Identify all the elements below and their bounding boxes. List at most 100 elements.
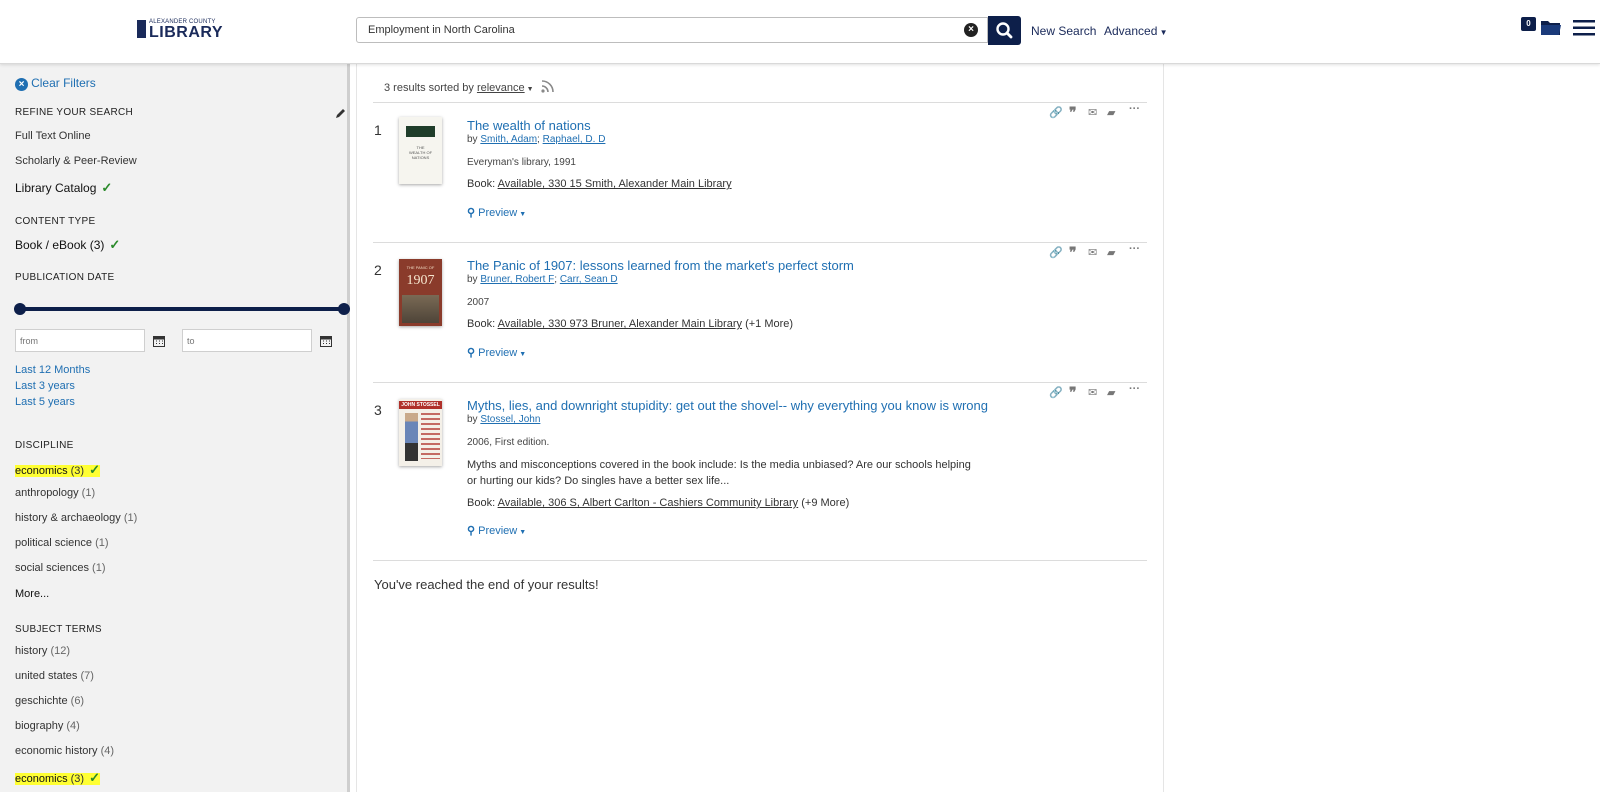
clear-filters-label: Clear Filters	[31, 76, 96, 90]
hamburger-menu-icon[interactable]	[1573, 19, 1595, 37]
results-count-text: 3 results sorted by	[384, 82, 474, 94]
cover-year: 1907	[406, 273, 435, 288]
book-cover[interactable]: THE PANIC OF 1907	[399, 259, 442, 326]
more-options-icon[interactable]: ···	[1129, 103, 1140, 115]
folder-icon[interactable]	[1540, 18, 1562, 36]
result-availability: Book: Available, 330 15 Smith, Alexander…	[467, 178, 732, 190]
sort-dropdown[interactable]: relevance	[477, 82, 525, 94]
more-locations[interactable]: (+9 More)	[801, 497, 849, 509]
result-edition: 2006, First edition.	[467, 437, 550, 448]
date-last-3-years[interactable]: Last 3 years	[15, 380, 75, 392]
date-from-input[interactable]	[15, 329, 145, 352]
advanced-label: Advanced	[1104, 24, 1158, 38]
result-actions: 🔗 ❞ ✉ ▰ ···	[1049, 383, 1149, 401]
link-icon[interactable]: 🔗	[1049, 246, 1063, 259]
availability-link[interactable]: Available, 330 973 Bruner, Alexander Mai…	[498, 318, 742, 330]
preview-dropdown[interactable]: ⚲ Preview ▼	[467, 524, 526, 537]
author-link[interactable]: Smith, Adam	[480, 134, 537, 145]
preview-label: Preview	[478, 525, 518, 537]
cite-quote-icon[interactable]: ❞	[1069, 104, 1077, 121]
subject-item-biography[interactable]: biography (4)	[15, 720, 80, 732]
discipline-more-link[interactable]: More...	[15, 588, 49, 600]
author-link[interactable]: Carr, Sean D	[560, 274, 618, 285]
clear-search-icon[interactable]: ×	[964, 23, 978, 37]
author-link[interactable]: Stossel, John	[480, 414, 540, 425]
subject-label: united states	[15, 670, 78, 682]
more-options-icon[interactable]: ···	[1129, 243, 1140, 255]
discipline-item-social-sciences[interactable]: social sciences (1)	[15, 562, 106, 574]
date-slider-start-handle[interactable]	[14, 303, 26, 315]
result-edition: Everyman's library, 1991	[467, 157, 576, 168]
author-link[interactable]: Raphael, D. D	[543, 134, 606, 145]
subject-count: (6)	[70, 695, 85, 707]
preview-dropdown[interactable]: ⚲ Preview ▼	[467, 206, 526, 219]
rss-icon[interactable]	[540, 80, 554, 93]
result-title-link[interactable]: The Panic of 1907: lessons learned from …	[467, 258, 854, 273]
availability-link[interactable]: Available, 330 15 Smith, Alexander Main …	[498, 178, 732, 190]
search-box: ×	[356, 17, 988, 43]
clear-filters-link[interactable]: × Clear Filters	[15, 76, 96, 91]
book-cover[interactable]: THE WEALTH OF NATIONS	[399, 117, 442, 184]
filter-library-catalog[interactable]: Library Catalog ✓	[15, 180, 112, 196]
format-label: Book:	[467, 318, 496, 330]
date-slider-track	[20, 307, 343, 311]
subject-item-economics[interactable]: economics (3) ✓	[15, 770, 100, 786]
add-to-folder-icon[interactable]: ▰	[1107, 246, 1115, 259]
more-locations[interactable]: (+1 More)	[745, 318, 793, 330]
pencil-icon[interactable]	[335, 108, 346, 119]
book-cover[interactable]: JOHN STOSSEL	[399, 399, 442, 466]
result-authors: by Smith, Adam; Raphael, D. D	[467, 134, 606, 145]
link-icon[interactable]: 🔗	[1049, 386, 1063, 399]
top-header: ALEXANDER COUNTY LIBRARY × New Search Ad…	[0, 0, 1600, 64]
search-input[interactable]	[366, 23, 950, 37]
subject-item-geschichte[interactable]: geschichte (6)	[15, 695, 84, 707]
date-to-input[interactable]	[182, 329, 312, 352]
discipline-count: (1)	[92, 562, 106, 574]
result-title-link[interactable]: The wealth of nations	[467, 118, 591, 133]
discipline-label: economics	[15, 465, 68, 477]
result-title-link[interactable]: Myths, lies, and downright stupidity: ge…	[467, 398, 988, 413]
availability-link[interactable]: Available, 306 S, Albert Carlton - Cashi…	[498, 497, 799, 509]
subject-item-history[interactable]: history (12)	[15, 645, 70, 657]
search-button[interactable]	[988, 16, 1021, 45]
add-to-folder-icon[interactable]: ▰	[1107, 106, 1115, 119]
email-icon[interactable]: ✉	[1088, 386, 1097, 399]
result-number: 3	[374, 402, 382, 418]
discipline-item-anthropology[interactable]: anthropology (1)	[15, 487, 95, 499]
calendar-icon[interactable]	[153, 335, 165, 347]
result-actions: 🔗 ❞ ✉ ▰ ···	[1049, 103, 1149, 121]
discipline-count: (3)	[70, 465, 85, 477]
cite-quote-icon[interactable]: ❞	[1069, 384, 1077, 401]
preview-dropdown[interactable]: ⚲ Preview ▼	[467, 346, 526, 359]
subject-label: history	[15, 645, 48, 657]
advanced-search-dropdown[interactable]: Advanced ▼	[1104, 24, 1168, 38]
date-slider-end-handle[interactable]	[338, 303, 350, 315]
filter-book-ebook[interactable]: Book / eBook (3) ✓	[15, 237, 120, 253]
filter-scholarly[interactable]: Scholarly & Peer-Review	[15, 155, 137, 167]
cite-quote-icon[interactable]: ❞	[1069, 244, 1077, 261]
filter-full-text-online[interactable]: Full Text Online	[15, 130, 91, 142]
subject-count: (3)	[70, 773, 85, 785]
email-icon[interactable]: ✉	[1088, 106, 1097, 119]
discipline-item-economics[interactable]: economics (3) ✓	[15, 462, 100, 478]
email-icon[interactable]: ✉	[1088, 246, 1097, 259]
subject-item-united-states[interactable]: united states (7)	[15, 670, 94, 682]
clear-circle-icon: ×	[15, 78, 28, 91]
content-type-heading: CONTENT TYPE	[15, 216, 96, 227]
discipline-item-political-science[interactable]: political science (1)	[15, 537, 109, 549]
sort-label: relevance	[476, 82, 525, 94]
date-last-12-months[interactable]: Last 12 Months	[15, 364, 90, 376]
date-last-5-years[interactable]: Last 5 years	[15, 396, 75, 408]
calendar-icon[interactable]	[320, 335, 332, 347]
discipline-item-history-archaeology[interactable]: history & archaeology (1)	[15, 512, 137, 524]
discipline-label: political science	[15, 537, 93, 549]
saved-items-count-badge: 0	[1521, 17, 1536, 31]
format-label: Book:	[467, 497, 496, 509]
add-to-folder-icon[interactable]: ▰	[1107, 386, 1115, 399]
link-icon[interactable]: 🔗	[1049, 106, 1063, 119]
subject-item-economic-history[interactable]: economic history (4)	[15, 745, 114, 757]
more-options-icon[interactable]: ···	[1129, 383, 1140, 395]
new-search-link[interactable]: New Search	[1031, 24, 1096, 38]
caret-down-icon: ▼	[517, 351, 527, 358]
author-link[interactable]: Bruner, Robert F	[480, 274, 554, 285]
